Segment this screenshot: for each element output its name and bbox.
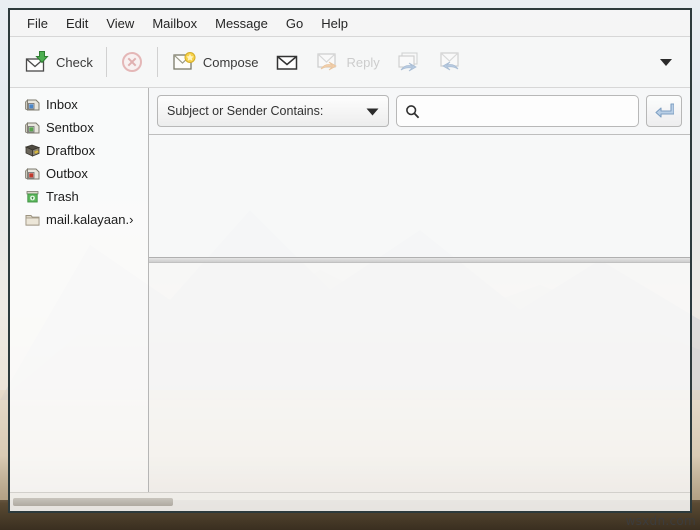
compose-label: Compose — [202, 54, 259, 70]
reply-label: Reply — [346, 54, 380, 70]
sidebar-item-outbox[interactable]: Outbox — [10, 162, 148, 185]
check-mail-icon — [24, 49, 50, 75]
sidebar-item-label: Trash — [46, 189, 79, 204]
sidebar-item-label: Draftbox — [46, 143, 96, 158]
sidebar-item-sentbox[interactable]: Sentbox — [10, 116, 148, 139]
trash-bin-icon — [24, 188, 41, 205]
desktop-background: File Edit View Mailbox Message Go Help C… — [0, 0, 700, 530]
folder-sidebar: Inbox Sentbox Draftbox Outbox Trash mail… — [10, 88, 149, 492]
draftbox-book-icon — [24, 142, 41, 159]
toolbar-overflow-button[interactable] — [656, 52, 676, 72]
menu-view[interactable]: View — [97, 13, 143, 34]
menu-help[interactable]: Help — [312, 13, 357, 34]
sidebar-item-label: Sentbox — [46, 120, 94, 135]
chevron-down-icon — [366, 107, 379, 116]
reply-icon — [315, 49, 341, 75]
message-list[interactable] — [149, 134, 690, 257]
mail-client-window: File Edit View Mailbox Message Go Help C… — [8, 8, 692, 513]
reply-all-button[interactable] — [388, 41, 430, 83]
horizontal-scrollbar[interactable] — [10, 492, 690, 511]
scrollbar-thumb[interactable] — [13, 498, 173, 506]
search-scope-label: Subject or Sender Contains: — [167, 104, 324, 118]
search-scope-dropdown[interactable]: Subject or Sender Contains: — [157, 95, 389, 127]
check-mail-label: Check — [56, 54, 93, 70]
menu-file[interactable]: File — [18, 13, 57, 34]
reply-button[interactable]: Reply — [307, 41, 388, 83]
forward-button[interactable] — [430, 41, 472, 83]
chevron-down-icon — [659, 57, 673, 67]
search-input[interactable] — [396, 95, 639, 127]
toolbar-separator-1 — [105, 47, 107, 77]
sidebar-item-label: Outbox — [46, 166, 88, 181]
return-arrow-icon — [654, 102, 674, 120]
sidebar-item-draftbox[interactable]: Draftbox — [10, 139, 148, 162]
cancel-icon — [120, 50, 144, 74]
sentbox-tray-icon — [24, 119, 41, 136]
outbox-tray-icon — [24, 165, 41, 182]
main-body: Inbox Sentbox Draftbox Outbox Trash mail… — [10, 88, 690, 492]
sidebar-item-label: mail.kalayaan.› — [46, 212, 134, 227]
sidebar-item-inbox[interactable]: Inbox — [10, 93, 148, 116]
message-preview-pane[interactable] — [149, 263, 690, 492]
reply-all-icon — [396, 49, 422, 75]
folder-icon — [24, 211, 41, 228]
inbox-tray-icon — [24, 96, 41, 113]
sidebar-item-label: Inbox — [46, 97, 78, 112]
menu-message[interactable]: Message — [206, 13, 277, 34]
menu-go[interactable]: Go — [277, 13, 312, 34]
forward-icon — [438, 49, 464, 75]
cancel-button[interactable] — [112, 41, 152, 83]
open-mail-button[interactable] — [267, 41, 307, 83]
menubar: File Edit View Mailbox Message Go Help — [10, 10, 690, 37]
compose-icon — [171, 49, 197, 75]
right-column: Subject or Sender Contains: — [149, 88, 690, 492]
toolbar-separator-2 — [156, 47, 158, 77]
envelope-icon — [275, 50, 299, 74]
menu-edit[interactable]: Edit — [57, 13, 97, 34]
search-submit-button[interactable] — [646, 95, 682, 127]
compose-button[interactable]: Compose — [163, 41, 267, 83]
toolbar: Check Compose Reply — [10, 37, 690, 88]
sidebar-item-mail-account[interactable]: mail.kalayaan.› — [10, 208, 148, 231]
search-icon — [405, 104, 420, 119]
sidebar-item-trash[interactable]: Trash — [10, 185, 148, 208]
watermark: wsxdn.com — [625, 514, 696, 528]
check-mail-button[interactable]: Check — [16, 41, 101, 83]
menu-mailbox[interactable]: Mailbox — [143, 13, 206, 34]
search-bar: Subject or Sender Contains: — [149, 88, 690, 134]
